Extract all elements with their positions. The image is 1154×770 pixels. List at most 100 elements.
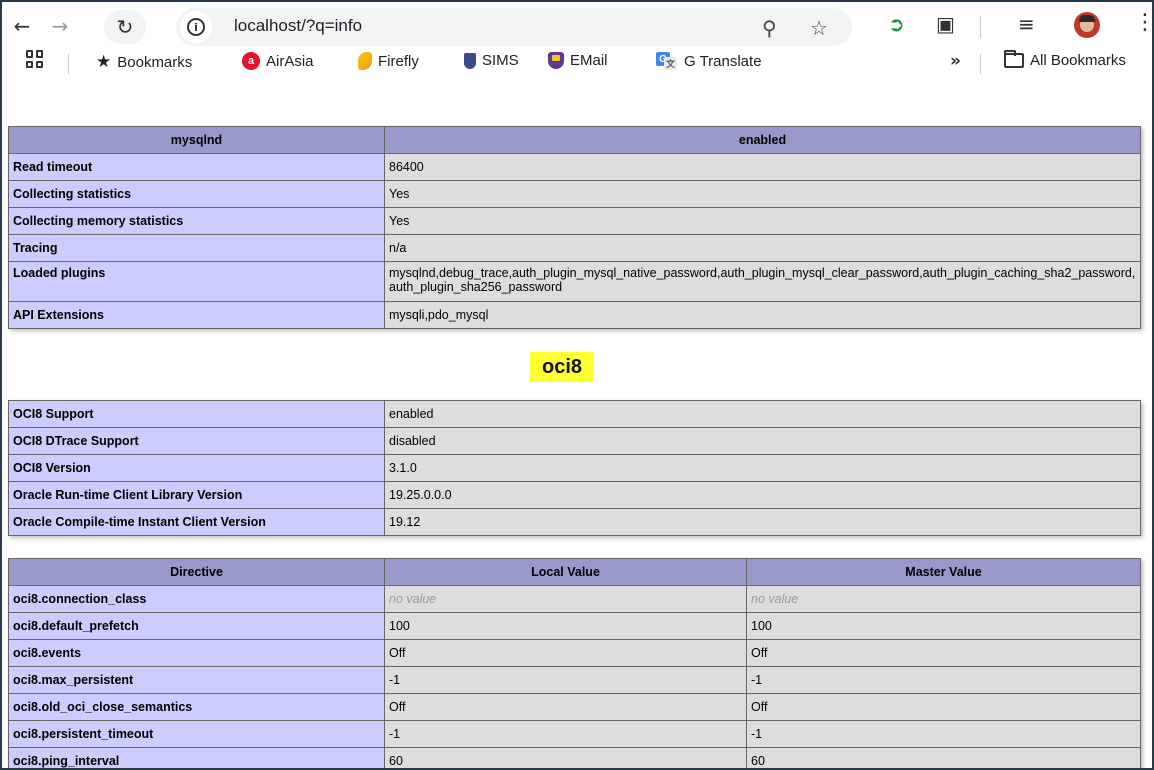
row-value: Yes	[384, 207, 1141, 235]
bookmark-label: Firefly	[378, 52, 419, 70]
bookmark-google-translate[interactable]: G文 G Translate	[656, 52, 762, 70]
row-value: 86400	[384, 153, 1141, 181]
reload-icon[interactable]: ↻	[104, 10, 146, 44]
bookmark-label: AirAsia	[266, 52, 314, 70]
master-value: 100	[746, 612, 1141, 640]
row-key: OCI8 Version	[8, 454, 385, 482]
row-key: Collecting memory statistics	[8, 207, 385, 235]
arrow-right-icon[interactable]: →	[46, 12, 74, 40]
table-row: Collecting statistics Yes	[8, 180, 1141, 208]
table-row: Oracle Compile-time Instant Client Versi…	[8, 508, 1141, 536]
row-value: Yes	[384, 180, 1141, 208]
table-row: oci8.events Off Off	[8, 639, 1141, 667]
table-row: Read timeout 86400	[8, 153, 1141, 181]
oci8-info-table: OCI8 Support enabled OCI8 DTrace Support…	[8, 400, 1141, 536]
local-value: -1	[384, 666, 747, 694]
star-icon[interactable]: ☆	[810, 16, 828, 40]
directive-name: oci8.events	[8, 639, 385, 667]
table-row: oci8.ping_interval 60 60	[8, 747, 1141, 768]
local-value: 60	[384, 747, 747, 768]
master-value: Off	[746, 639, 1141, 667]
row-key: API Extensions	[8, 301, 385, 329]
row-value: 19.12	[384, 508, 1141, 536]
bookmark-label: EMail	[570, 52, 608, 69]
signin-icon[interactable]: ➲	[888, 12, 905, 36]
sims-icon	[464, 52, 476, 69]
oci8-directives-table: Directive Local Value Master Value oci8.…	[8, 558, 1141, 768]
table-header-row: Directive Local Value Master Value	[8, 558, 1141, 586]
profile-avatar[interactable]	[1074, 12, 1100, 38]
table-row: Loaded plugins mysqlnd,debug_trace,auth_…	[8, 261, 1141, 302]
table-row: oci8.persistent_timeout -1 -1	[8, 720, 1141, 748]
puzzle-icon[interactable]: ▣	[936, 12, 955, 36]
local-value: -1	[384, 720, 747, 748]
master-value: no value	[746, 585, 1141, 613]
directive-name: oci8.old_oci_close_semantics	[8, 693, 385, 721]
table-header-cell: Local Value	[384, 558, 747, 586]
bookmark-firefly[interactable]: Firefly	[358, 52, 419, 70]
bookmark-label: SIMS	[482, 52, 519, 69]
row-value: disabled	[384, 427, 1141, 455]
all-bookmarks-button[interactable]: All Bookmarks	[1004, 50, 1126, 69]
bookmark-bookmarks[interactable]: ★ Bookmarks	[96, 52, 192, 72]
bookmark-email[interactable]: EMail	[548, 52, 608, 69]
row-key: OCI8 DTrace Support	[8, 427, 385, 455]
row-value: enabled	[384, 400, 1141, 428]
all-bookmarks-label: All Bookmarks	[1030, 52, 1126, 69]
browser-toolbar: ← → ↻ i localhost/?q=info ⚲ ☆ ➲ ▣ ≡ ⋮ ★ …	[2, 2, 1152, 74]
firefly-icon	[358, 52, 372, 70]
table-header-cell: Master Value	[746, 558, 1141, 586]
table-row: oci8.old_oci_close_semantics Off Off	[8, 693, 1141, 721]
directive-name: oci8.persistent_timeout	[8, 720, 385, 748]
toolbar-divider	[980, 16, 981, 38]
mysqlnd-table: mysqlnd enabled Read timeout 86400 Colle…	[8, 126, 1141, 329]
master-value: -1	[746, 720, 1141, 748]
table-row: oci8.connection_class no value no value	[8, 585, 1141, 613]
master-value: -1	[746, 666, 1141, 694]
row-value: mysqli,pdo_mysql	[384, 301, 1141, 329]
bookmark-sims[interactable]: SIMS	[464, 52, 519, 69]
page-content: mysqlnd enabled Read timeout 86400 Colle…	[2, 74, 1152, 768]
directive-name: oci8.max_persistent	[8, 666, 385, 694]
google-translate-icon: G文	[656, 52, 678, 70]
zoom-icon[interactable]: ⚲	[762, 16, 777, 40]
row-key: Read timeout	[8, 153, 385, 181]
row-value: 19.25.0.0.0	[384, 481, 1141, 509]
row-key: Oracle Run-time Client Library Version	[8, 481, 385, 509]
row-key: OCI8 Support	[8, 400, 385, 428]
info-icon: i	[187, 18, 205, 36]
table-header-cell: mysqlnd	[8, 126, 385, 154]
table-header-cell: enabled	[384, 126, 1141, 154]
navigation-row: ← → ↻ i localhost/?q=info ⚲ ☆ ➲ ▣ ≡ ⋮	[2, 2, 1152, 46]
email-icon	[548, 52, 564, 69]
directive-name: oci8.connection_class	[8, 585, 385, 613]
site-info-button[interactable]: i	[180, 11, 212, 43]
table-row: oci8.default_prefetch 100 100	[8, 612, 1141, 640]
bookmark-airasia[interactable]: a AirAsia	[242, 52, 314, 70]
local-value: Off	[384, 639, 747, 667]
table-row: Tracing n/a	[8, 234, 1141, 262]
master-value: Off	[746, 693, 1141, 721]
local-value: Off	[384, 693, 747, 721]
row-key: Tracing	[8, 234, 385, 262]
bookmarks-bar: ★ Bookmarks a AirAsia Firefly SIMS EMail…	[2, 42, 1152, 74]
bookmark-label: Bookmarks	[117, 53, 193, 71]
screenshot-frame: ← → ↻ i localhost/?q=info ⚲ ☆ ➲ ▣ ≡ ⋮ ★ …	[0, 0, 1154, 770]
row-key: Loaded plugins	[8, 261, 385, 302]
arrow-left-icon[interactable]: ←	[8, 12, 36, 40]
row-key: Oracle Compile-time Instant Client Versi…	[8, 508, 385, 536]
bookmarks-divider	[68, 54, 69, 74]
section-heading-oci8[interactable]: oci8	[530, 352, 595, 382]
kebab-menu-icon[interactable]: ⋮	[1134, 10, 1152, 35]
media-queue-icon[interactable]: ≡	[1018, 12, 1035, 36]
bookmark-label: G Translate	[684, 52, 762, 70]
address-bar[interactable]: i localhost/?q=info ⚲ ☆	[176, 8, 852, 46]
directive-name: oci8.default_prefetch	[8, 612, 385, 640]
apps-grid-icon[interactable]	[26, 50, 44, 68]
table-row: API Extensions mysqli,pdo_mysql	[8, 301, 1141, 329]
url-text[interactable]: localhost/?q=info	[234, 16, 362, 36]
table-row: OCI8 DTrace Support disabled	[8, 427, 1141, 455]
bookmarks-overflow-button[interactable]: »	[950, 51, 961, 71]
row-key: Collecting statistics	[8, 180, 385, 208]
row-value: mysqlnd,debug_trace,auth_plugin_mysql_na…	[384, 261, 1141, 302]
